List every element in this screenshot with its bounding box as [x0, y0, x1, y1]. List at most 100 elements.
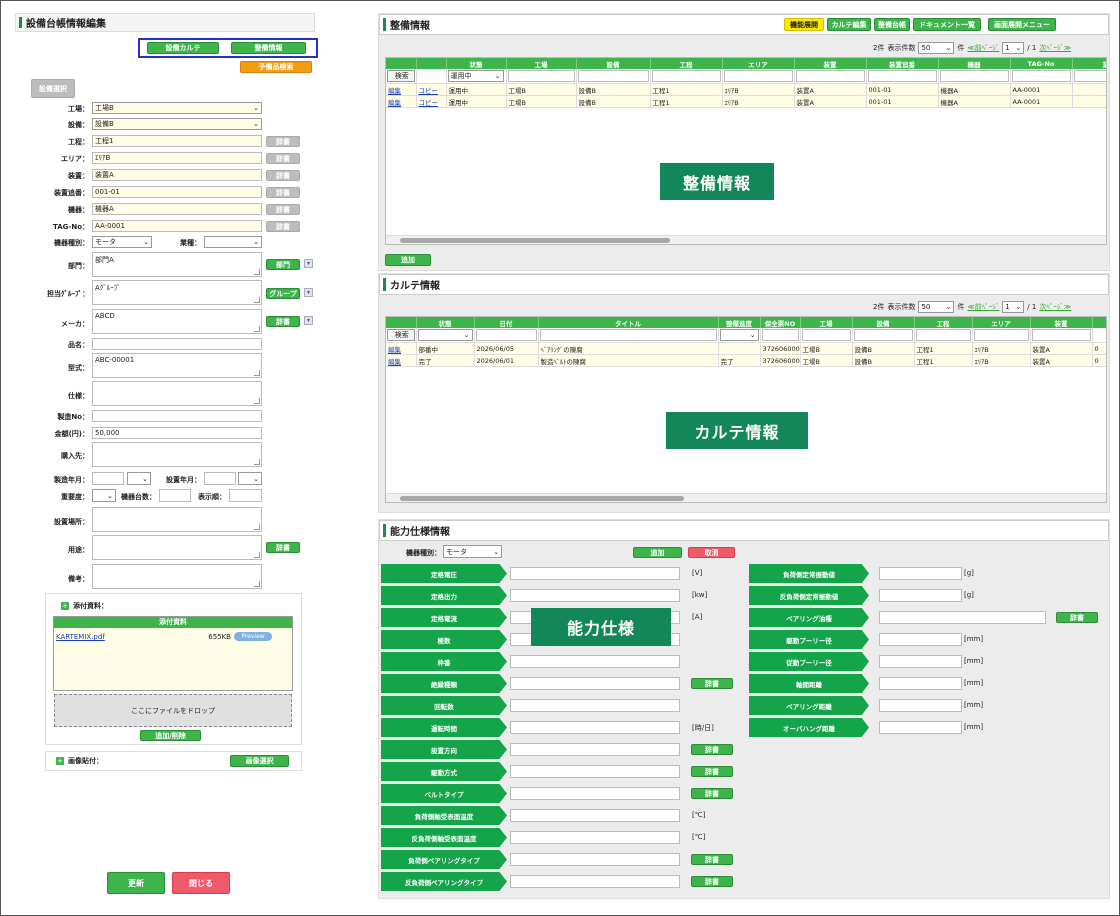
seibi-col-header[interactable]: 状態	[446, 58, 507, 69]
spec-input[interactable]	[879, 721, 962, 734]
seibi-page-select[interactable]: 1 ⌄	[1002, 42, 1025, 54]
kotei-field[interactable]: 工程1	[92, 135, 262, 147]
yobihin-search-button[interactable]: 予備品検索	[240, 61, 312, 73]
kingaku-field[interactable]: 50,000	[92, 427, 262, 439]
tanto-textarea[interactable]: Aｸﾞﾙｰﾌﾟ	[92, 280, 262, 305]
seibi-scroll-thumb[interactable]	[400, 238, 670, 243]
spec-input[interactable]	[879, 677, 962, 690]
karte-edit-button[interactable]: カルテ編集	[827, 18, 871, 31]
seibi-col-header[interactable]: 装置追番	[866, 58, 939, 69]
maker-textarea[interactable]: ABCD	[92, 309, 262, 334]
edit-link[interactable]: 編集	[386, 95, 417, 108]
tag-dict-button[interactable]: 辞書	[266, 221, 300, 232]
seibi-col-header[interactable]: 工場	[506, 58, 577, 69]
secchi-year-field[interactable]	[204, 472, 236, 485]
kotei-dict-button[interactable]: 辞書	[266, 136, 300, 147]
bumon-button[interactable]: 部門	[266, 259, 300, 270]
karte-search-button[interactable]: 検索	[387, 329, 415, 341]
karte-prev-link[interactable]: ≪前ﾍﾟｰｼﾞ	[967, 302, 999, 312]
spec-input[interactable]	[879, 633, 962, 646]
filter-icon[interactable]: ▾	[304, 259, 313, 268]
spec-input[interactable]	[879, 699, 962, 712]
seibi-joho-button[interactable]: 整備情報	[231, 42, 306, 54]
spec-input[interactable]	[879, 589, 962, 602]
spec-input[interactable]	[510, 721, 680, 734]
sochi-dict-button[interactable]: 辞書	[266, 170, 300, 181]
spec-input[interactable]	[510, 677, 680, 690]
spec-input[interactable]	[510, 787, 680, 800]
spec-input[interactable]	[879, 567, 962, 580]
karte-col-header[interactable]: エリア	[972, 317, 1031, 328]
juyodo-select[interactable]: ⌄	[92, 489, 116, 502]
spec-input[interactable]	[510, 743, 680, 756]
sochi-field[interactable]: 装置A	[92, 169, 262, 181]
add-delete-button[interactable]: 追加/削除	[140, 730, 201, 741]
bumon-textarea[interactable]: 部門A	[92, 252, 262, 277]
noryoku-cancel-button[interactable]: 取消	[688, 547, 735, 558]
filter-input[interactable]	[761, 329, 799, 341]
tag-field[interactable]: AA-0001	[92, 220, 262, 232]
filter-input[interactable]	[539, 329, 717, 341]
filter-icon[interactable]: ▾	[304, 316, 313, 325]
filter-icon[interactable]: ▾	[304, 288, 313, 297]
shiyo-textarea[interactable]	[92, 381, 262, 406]
spec-dict-button[interactable]: 辞書	[691, 766, 733, 777]
secchi-month-select[interactable]: ⌄	[238, 472, 262, 485]
hinmei-field[interactable]	[92, 338, 262, 350]
edit-link[interactable]: 編集	[386, 342, 417, 355]
daisu-field[interactable]	[159, 489, 191, 502]
edit-link[interactable]: 編集	[386, 354, 417, 367]
spec-input[interactable]	[879, 655, 962, 668]
karte-col-header[interactable]	[1092, 317, 1106, 328]
basho-textarea[interactable]	[92, 507, 262, 532]
spec-input[interactable]	[510, 875, 680, 888]
document-list-button[interactable]: ドキュメント一覧	[913, 18, 981, 31]
seibi-add-button[interactable]: 追加	[385, 254, 431, 266]
yoto-textarea[interactable]	[92, 535, 262, 560]
filter-input[interactable]	[1031, 329, 1091, 341]
spec-dict-button[interactable]: 辞書	[691, 788, 733, 799]
filter-input[interactable]	[507, 70, 575, 82]
seibi-status-filter[interactable]: 運用中 ⌄	[447, 70, 504, 82]
seibi-col-header[interactable]	[386, 58, 417, 69]
filter-input[interactable]	[939, 70, 1009, 82]
spec-input[interactable]	[510, 831, 680, 844]
plus-icon[interactable]: +	[61, 602, 69, 610]
karte-col-header[interactable]: 工場	[800, 317, 853, 328]
kino-tenkai-button[interactable]: 機能展開	[784, 18, 824, 31]
karte-scroll-thumb[interactable]	[400, 496, 684, 501]
seibi-col-header[interactable]: TAG-No	[1010, 58, 1073, 69]
seibi-col-header[interactable]: 機器	[938, 58, 1011, 69]
group-button[interactable]: グループ	[266, 288, 300, 299]
karte-col-header[interactable]: 工程	[914, 317, 973, 328]
kojo-select[interactable]: 工場B ⌄	[92, 102, 262, 114]
filter-input[interactable]	[723, 70, 793, 82]
karte-status-filter[interactable]: ⌄	[417, 329, 473, 341]
spec-input[interactable]	[510, 809, 680, 822]
preview-button[interactable]: Preview	[234, 632, 272, 641]
karte-col-header[interactable]: 保全票NO	[760, 317, 801, 328]
hyoji-field[interactable]	[229, 489, 262, 502]
kiki-dict-button[interactable]: 辞書	[266, 204, 300, 215]
gyoshu-select[interactable]: ⌄	[204, 236, 262, 248]
noryoku-add-button[interactable]: 追加	[633, 547, 682, 558]
seibi-next-link[interactable]: 次ﾍﾟｰｼﾞ≫	[1039, 43, 1071, 53]
setsubi-select[interactable]: 設備B ⌄	[92, 118, 262, 130]
seizo-no-field[interactable]	[92, 410, 262, 422]
karte-col-header[interactable]	[386, 317, 417, 328]
spec-dict-button[interactable]: 辞書	[691, 854, 733, 865]
katashiki-textarea[interactable]: ABC-00001	[92, 353, 262, 378]
karte-col-header[interactable]: 整備進度	[718, 317, 761, 328]
seibi-search-button[interactable]: 検索	[387, 70, 415, 82]
spec-input[interactable]	[510, 655, 680, 668]
seibi-daicho-button[interactable]: 整備台帳	[874, 18, 910, 31]
copy-link[interactable]: コピー	[416, 95, 447, 108]
karte-col-header[interactable]: 日付	[474, 317, 539, 328]
karte-scrollbar[interactable]	[386, 493, 1106, 502]
spec-dict-button[interactable]: 辞書	[1056, 612, 1098, 623]
karte-col-header[interactable]: タイトル	[538, 317, 719, 328]
table-row[interactable]: 編集 完了 2026/06/01 製造ﾍﾞﾙﾄの陳腐 完了 372606000 工場B 設備B…	[386, 354, 1106, 367]
karte-col-header[interactable]: 装置	[1030, 317, 1093, 328]
filter-input[interactable]	[651, 70, 721, 82]
spec-input[interactable]	[510, 853, 680, 866]
